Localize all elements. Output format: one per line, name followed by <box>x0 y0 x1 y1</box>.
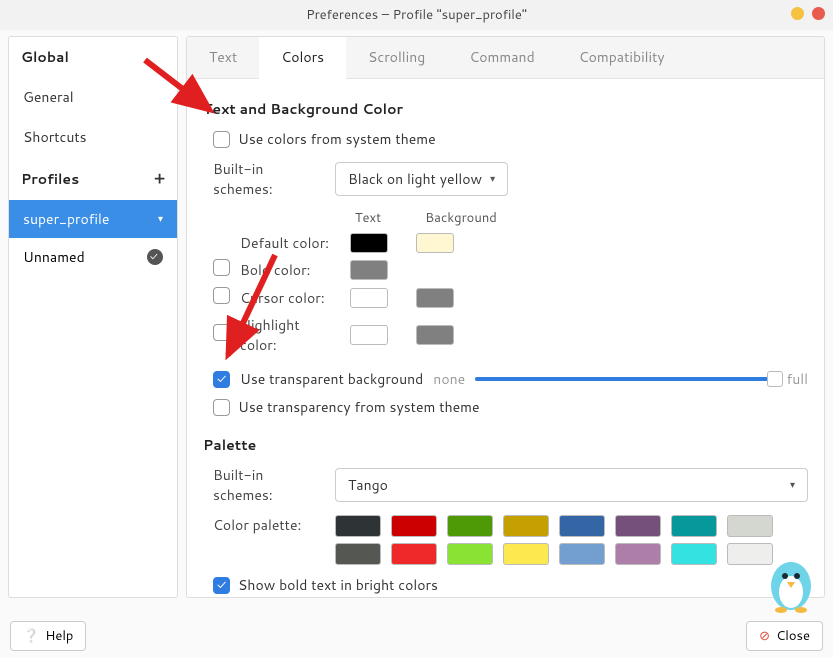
palette-color-0-6[interactable] <box>671 515 717 537</box>
palette-color-1-0[interactable] <box>335 543 381 565</box>
default-text-color[interactable] <box>350 233 388 253</box>
palette-color-1-1[interactable] <box>391 543 437 565</box>
profile-menu-icon[interactable]: ▾ <box>158 212 163 226</box>
section-palette: Palette <box>203 435 808 455</box>
close-icon: ⊘ <box>759 627 770 645</box>
help-label: Help <box>45 627 73 645</box>
sidebar-profile-super[interactable]: super_profile ▾ <box>9 200 177 238</box>
sidebar-item-shortcuts[interactable]: Shortcuts <box>9 117 177 157</box>
highlight-text-color[interactable] <box>350 325 388 345</box>
main-panel: Text Colors Scrolling Command Compatibil… <box>186 36 825 598</box>
cursor-text-color[interactable] <box>350 288 388 308</box>
palette-label: Color palette: <box>213 515 323 535</box>
palette-grid <box>335 515 773 565</box>
cursor-color-label: Cursor color: <box>240 288 340 308</box>
help-icon: ❔ <box>23 627 39 645</box>
transparent-none-label: none <box>433 369 465 389</box>
use-system-checkbox[interactable] <box>213 131 230 148</box>
highlight-color-label: Highlight color: <box>240 315 340 355</box>
col-text-label: Text <box>343 209 393 227</box>
palette-color-0-3[interactable] <box>503 515 549 537</box>
transparency-slider[interactable] <box>475 377 776 381</box>
help-button[interactable]: ❔ Help <box>10 621 86 651</box>
palette-color-1-2[interactable] <box>447 543 493 565</box>
palette-color-1-6[interactable] <box>671 543 717 565</box>
scheme-value: Black on light yellow <box>348 169 482 189</box>
scheme-select[interactable]: Black on light yellow ▾ <box>335 162 508 196</box>
transparent-full-label: full <box>787 369 808 389</box>
chevron-down-icon: ▾ <box>790 478 795 492</box>
bold-text-color[interactable] <box>350 260 388 280</box>
window-controls <box>791 7 825 20</box>
palette-color-0-0[interactable] <box>335 515 381 537</box>
palette-color-1-5[interactable] <box>615 543 661 565</box>
palette-scheme-select[interactable]: Tango ▾ <box>335 468 808 502</box>
default-color-label: Default color: <box>240 233 340 253</box>
sidebar: Global General Shortcuts Profiles + supe… <box>8 36 178 598</box>
add-profile-button[interactable]: + <box>154 167 165 190</box>
close-button[interactable]: ⊘ Close <box>746 621 823 651</box>
palette-scheme-label: Built-in schemes: <box>213 465 323 505</box>
use-transparent-label: Use transparent background <box>240 369 423 389</box>
bold-color-checkbox[interactable] <box>213 259 230 276</box>
tab-compatibility[interactable]: Compatibility <box>557 37 687 78</box>
palette-color-0-4[interactable] <box>559 515 605 537</box>
profiles-label: Profiles <box>21 169 79 189</box>
sidebar-head-profiles: Profiles + <box>9 157 177 200</box>
highlight-color-checkbox[interactable] <box>213 324 230 341</box>
scheme-label: Built-in schemes: <box>213 159 323 199</box>
slider-thumb[interactable] <box>767 371 783 387</box>
close-window-button[interactable] <box>812 7 825 20</box>
bold-color-label: Bold color: <box>240 260 340 280</box>
palette-color-1-3[interactable] <box>503 543 549 565</box>
profile-name: Unnamed <box>23 247 85 267</box>
col-bg-label: Background <box>421 209 501 227</box>
penguin-mascot-icon <box>759 550 823 614</box>
default-profile-icon <box>147 249 163 265</box>
tab-bar: Text Colors Scrolling Command Compatibil… <box>187 37 824 79</box>
minimize-button[interactable] <box>791 7 804 20</box>
close-label: Close <box>776 627 810 645</box>
cursor-color-checkbox[interactable] <box>213 287 230 304</box>
sidebar-profile-unnamed[interactable]: Unnamed <box>9 238 177 276</box>
color-columns-header: Text Background <box>343 209 808 227</box>
tab-scrolling[interactable]: Scrolling <box>346 37 447 78</box>
palette-color-0-7[interactable] <box>727 515 773 537</box>
titlebar: Preferences – Profile "super_profile" <box>0 0 833 30</box>
palette-color-1-4[interactable] <box>559 543 605 565</box>
tab-text[interactable]: Text <box>187 37 259 78</box>
chevron-down-icon: ▾ <box>490 172 495 186</box>
palette-scheme-value: Tango <box>348 475 388 495</box>
colors-content: Text and Background Color Use colors fro… <box>187 79 824 597</box>
footer: ❔ Help ⊘ Close <box>0 614 833 658</box>
tab-colors[interactable]: Colors <box>259 37 346 79</box>
use-transparent-checkbox[interactable] <box>213 371 230 388</box>
default-bg-color[interactable] <box>416 233 454 253</box>
window-title: Preferences – Profile "super_profile" <box>306 6 527 24</box>
show-bold-bright-label: Show bold text in bright colors <box>238 575 438 595</box>
section-text-bg: Text and Background Color <box>203 99 808 119</box>
cursor-bg-color[interactable] <box>416 288 454 308</box>
sidebar-item-general[interactable]: General <box>9 77 177 117</box>
palette-color-0-5[interactable] <box>615 515 661 537</box>
use-system-label: Use colors from system theme <box>238 129 436 149</box>
highlight-bg-color[interactable] <box>416 325 454 345</box>
use-transparent-system-label: Use transparency from system theme <box>238 397 480 417</box>
use-transparent-system-checkbox[interactable] <box>213 399 230 416</box>
profile-name: super_profile <box>23 209 109 229</box>
palette-color-0-2[interactable] <box>447 515 493 537</box>
sidebar-head-global: Global <box>9 37 177 77</box>
tab-command[interactable]: Command <box>447 37 556 78</box>
palette-color-0-1[interactable] <box>391 515 437 537</box>
show-bold-bright-checkbox[interactable] <box>213 577 230 594</box>
